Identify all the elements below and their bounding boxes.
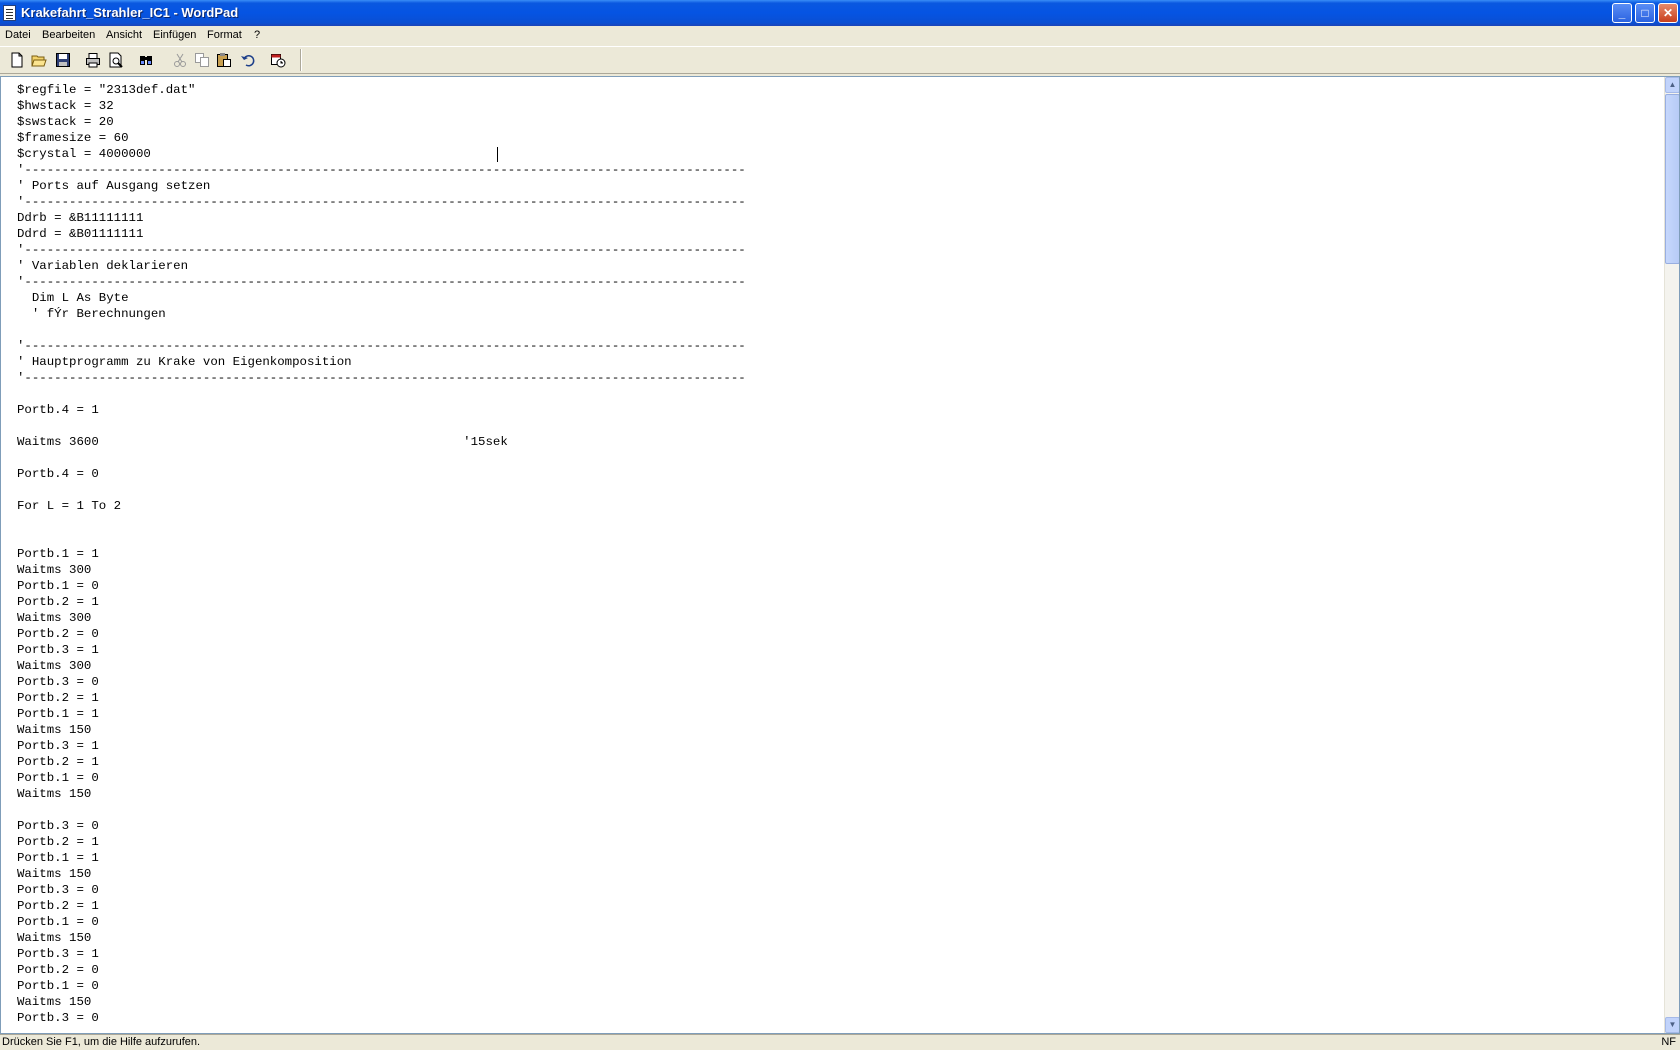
document-line[interactable]: Portb.3 = 1 [17,738,1657,754]
window-title: Krakefahrt_Strahler_IC1 - WordPad [21,5,239,20]
toolbar-separator [300,49,301,71]
copy-icon[interactable] [194,52,210,68]
document-line[interactable]: Portb.3 = 1 [17,946,1657,962]
document-line[interactable] [17,418,1657,434]
document-line[interactable]: Portb.1 = 0 [17,914,1657,930]
document-line[interactable]: Portb.4 = 0 [17,466,1657,482]
document-line[interactable]: Portb.1 = 0 [17,578,1657,594]
status-help-text: Drücken Sie F1, um die Hilfe aufzurufen. [2,1036,201,1048]
find-binoculars-icon[interactable] [138,52,154,68]
document-line[interactable]: Portb.2 = 1 [17,834,1657,850]
document-line[interactable]: Portb.3 = 0 [17,882,1657,898]
menu-bar: Datei Bearbeiten Ansicht Einfügen Format… [0,26,1680,45]
document-line[interactable]: '---------------------------------------… [17,370,1657,386]
document-line[interactable]: Portb.3 = 0 [17,1010,1657,1026]
document-line[interactable]: Portb.2 = 1 [17,754,1657,770]
menu-datei[interactable]: Datei [5,29,31,41]
save-disk-icon[interactable] [55,52,71,68]
document-line[interactable]: Ddrd = &B01111111 [17,226,1657,242]
document-line[interactable] [17,386,1657,402]
document-line[interactable] [17,514,1657,530]
scroll-up-arrow-icon[interactable]: ▲ [1665,77,1679,93]
undo-icon[interactable] [240,52,256,68]
document-line[interactable]: '---------------------------------------… [17,194,1657,210]
toolbar [0,46,1680,74]
document-line[interactable]: Waitms 300 [17,610,1657,626]
cut-scissors-icon[interactable] [172,52,188,68]
document-line[interactable]: Portb.4 = 1 [17,402,1657,418]
paste-icon[interactable] [216,52,232,68]
maximize-button[interactable]: □ [1635,3,1655,23]
document-line[interactable]: Dim L As Byte [17,290,1657,306]
document-line[interactable]: $framesize = 60 [17,130,1657,146]
document-line[interactable]: ' Hauptprogramm zu Krake von Eigenkompos… [17,354,1657,370]
menu-format[interactable]: Format [207,29,242,41]
document-line[interactable]: ' Ports auf Ausgang setzen [17,178,1657,194]
document-line[interactable]: $regfile = "2313def.dat" [17,82,1657,98]
document-line[interactable]: '---------------------------------------… [17,242,1657,258]
document-line[interactable]: Portb.2 = 0 [17,626,1657,642]
document-line[interactable]: Waitms 3600 '15sek [17,434,1657,450]
minimize-button[interactable]: _ [1612,3,1632,23]
document-line[interactable]: Ddrb = &B11111111 [17,210,1657,226]
document-line[interactable]: $crystal = 4000000 [17,146,1657,162]
document-line[interactable]: '---------------------------------------… [17,338,1657,354]
document-line[interactable]: Portb.2 = 1 [17,594,1657,610]
document-line[interactable] [17,482,1657,498]
print-icon[interactable] [85,52,101,68]
document-line[interactable]: Portb.3 = 0 [17,818,1657,834]
document-line[interactable]: $hwstack = 32 [17,98,1657,114]
document-line[interactable]: ' fÝr Berechnungen [17,306,1657,322]
status-num-indicator: NF [1661,1036,1676,1048]
vertical-scrollbar[interactable]: ▲ ▼ [1664,77,1679,1033]
new-document-icon[interactable] [9,52,25,68]
document-line[interactable]: Waitms 150 [17,994,1657,1010]
text-caret [497,147,498,162]
document-line[interactable]: Portb.1 = 0 [17,770,1657,786]
document-line[interactable]: Portb.1 = 1 [17,546,1657,562]
open-folder-icon[interactable] [31,52,47,68]
document-line[interactable]: '---------------------------------------… [17,274,1657,290]
document-line[interactable]: Waitms 150 [17,786,1657,802]
document-line[interactable]: Portb.1 = 1 [17,706,1657,722]
document-line[interactable]: ' Variablen deklarieren [17,258,1657,274]
scroll-thumb[interactable] [1665,94,1679,264]
document-line[interactable]: Portb.2 = 1 [17,898,1657,914]
menu-bearbeiten[interactable]: Bearbeiten [42,29,95,41]
print-preview-icon[interactable] [108,52,124,68]
document-line[interactable]: Waitms 150 [17,866,1657,882]
document-line[interactable]: Portb.3 = 1 [17,642,1657,658]
document-line[interactable] [17,802,1657,818]
document-line[interactable]: Portb.1 = 0 [17,978,1657,994]
document-line[interactable]: Portb.3 = 0 [17,674,1657,690]
document-line[interactable]: Waitms 150 [17,930,1657,946]
status-bar: Drücken Sie F1, um die Hilfe aufzurufen.… [0,1034,1680,1050]
document-line[interactable]: Portb.2 = 1 [17,690,1657,706]
document-line[interactable]: Portb.2 = 0 [17,962,1657,978]
document-line[interactable] [17,530,1657,546]
document-line[interactable]: $swstack = 20 [17,114,1657,130]
document-line[interactable]: Waitms 300 [17,658,1657,674]
menu-ansicht[interactable]: Ansicht [106,29,142,41]
document-line[interactable] [17,450,1657,466]
document-line[interactable] [17,322,1657,338]
wordpad-app-icon[interactable] [3,5,16,21]
document-line[interactable]: Waitms 150 [17,722,1657,738]
document-line[interactable]: For L = 1 To 2 [17,498,1657,514]
menu-einfuegen[interactable]: Einfügen [153,29,196,41]
document-line[interactable]: Waitms 300 [17,562,1657,578]
document-text[interactable]: $regfile = "2313def.dat" $hwstack = 32 $sw… [17,82,1657,1030]
title-bar[interactable]: Krakefahrt_Strahler_IC1 - WordPad _ □ ✕ [0,0,1680,26]
menu-help[interactable]: ? [254,29,260,41]
document-area[interactable]: $regfile = "2313def.dat" $hwstack = 32 $sw… [0,76,1680,1034]
document-line[interactable]: Portb.1 = 1 [17,850,1657,866]
close-button[interactable]: ✕ [1658,3,1678,23]
insert-date-time-icon[interactable] [270,52,286,68]
scroll-down-arrow-icon[interactable]: ▼ [1665,1017,1679,1033]
document-line[interactable]: '---------------------------------------… [17,162,1657,178]
